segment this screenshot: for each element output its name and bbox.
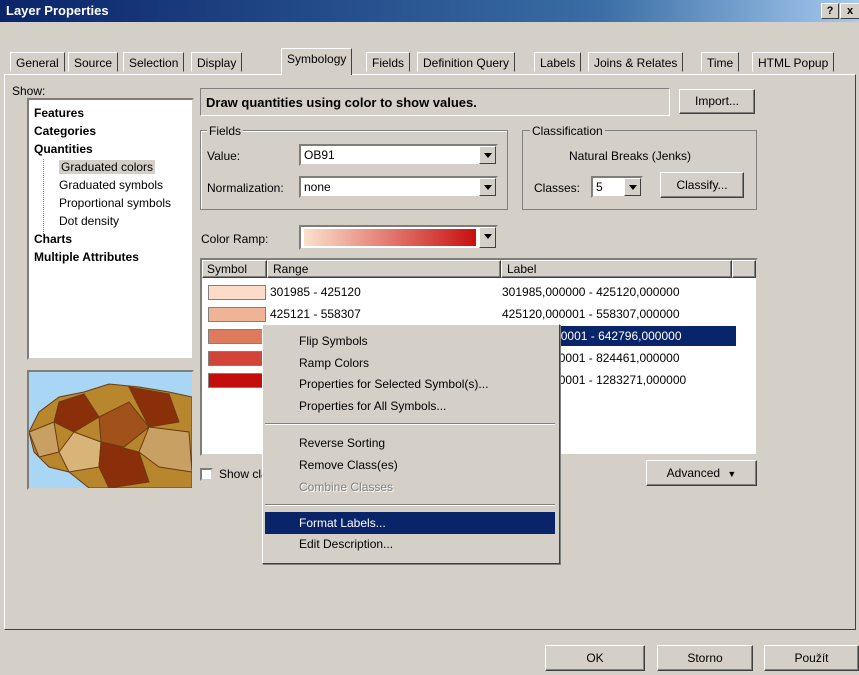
- preview-map: [27, 370, 194, 490]
- advanced-dropdown-icon: ▼: [727, 469, 737, 479]
- value-combo[interactable]: OB91: [299, 144, 498, 166]
- tab-time[interactable]: Time: [701, 52, 740, 72]
- menu-separator: [265, 423, 555, 425]
- symbol-swatch[interactable]: [208, 307, 266, 322]
- column-range[interactable]: Range: [267, 260, 501, 278]
- fields-group-label: Fields: [207, 124, 244, 138]
- show-class-ranges-checkbox[interactable]: [200, 468, 213, 481]
- column-extra: [732, 260, 756, 278]
- apply-button[interactable]: Použít: [764, 645, 859, 671]
- advanced-label: Advanced: [666, 466, 721, 480]
- menu-reverse-sorting[interactable]: Reverse Sorting: [265, 432, 555, 454]
- tree-features[interactable]: Features: [34, 106, 84, 120]
- range-cell[interactable]: 301985 - 425120: [270, 285, 361, 299]
- menu-ramp-colors[interactable]: Ramp Colors: [265, 352, 555, 374]
- tree-charts[interactable]: Charts: [34, 232, 72, 246]
- symbol-swatch[interactable]: [208, 351, 266, 366]
- title-bar: Layer Properties ? x: [0, 0, 859, 22]
- fields-group: [200, 130, 508, 210]
- classify-button[interactable]: Classify...: [660, 172, 744, 198]
- show-tree[interactable]: Features Categories Quantities Graduated…: [27, 98, 194, 360]
- range-cell[interactable]: 425121 - 558307: [270, 307, 361, 321]
- value-selected: OB91: [304, 148, 335, 162]
- classes-dropdown-icon[interactable]: [624, 178, 641, 196]
- advanced-button[interactable]: Advanced ▼: [646, 460, 757, 486]
- tab-fields[interactable]: Fields: [366, 52, 411, 72]
- tree-dot-density[interactable]: Dot density: [59, 214, 119, 228]
- tab-joins-relates[interactable]: Joins & Relates: [588, 52, 684, 72]
- classification-group: [522, 130, 757, 210]
- table-row[interactable]: 301985 - 425120 301985,000000 - 425120,00…: [202, 282, 758, 304]
- tree-categories[interactable]: Categories: [34, 124, 96, 138]
- tab-symbology[interactable]: Symbology: [281, 48, 353, 75]
- menu-properties-selected[interactable]: Properties for Selected Symbol(s)...: [265, 373, 555, 395]
- value-dropdown-icon[interactable]: [479, 146, 496, 164]
- column-label[interactable]: Label: [501, 260, 732, 278]
- tree-multiple-attributes[interactable]: Multiple Attributes: [34, 250, 139, 264]
- classes-label: Classes:: [534, 181, 581, 195]
- color-ramp-combo[interactable]: [299, 225, 498, 250]
- tab-labels[interactable]: Labels: [534, 52, 582, 72]
- menu-properties-all[interactable]: Properties for All Symbols...: [265, 395, 555, 417]
- menu-flip-symbols[interactable]: Flip Symbols: [265, 330, 555, 352]
- show-label: Show:: [12, 84, 46, 98]
- help-button[interactable]: ?: [821, 3, 839, 19]
- tab-definition-query[interactable]: Definition Query: [417, 52, 516, 72]
- context-menu: Flip Symbols Ramp Colors Properties for …: [262, 324, 560, 564]
- tree-proportional-symbols[interactable]: Proportional symbols: [59, 196, 171, 210]
- color-ramp-swatch: [304, 229, 476, 246]
- tree-graduated-colors[interactable]: Graduated colors: [59, 160, 156, 174]
- description-box: Draw quantities using color to show valu…: [200, 88, 670, 116]
- tab-source[interactable]: Source: [68, 52, 119, 72]
- tab-html-popup[interactable]: HTML Popup: [752, 52, 835, 72]
- menu-edit-description[interactable]: Edit Description...: [265, 533, 555, 555]
- symbol-swatch[interactable]: [208, 329, 266, 344]
- tree-quantities[interactable]: Quantities: [34, 142, 93, 156]
- label-cell[interactable]: 425120,000001 - 558307,000000: [502, 307, 680, 321]
- menu-combine-classes: Combine Classes: [299, 480, 394, 494]
- layer-properties-window: Layer Properties ? x General Source Sele…: [0, 0, 859, 675]
- normalization-selected: none: [304, 180, 331, 194]
- value-label: Value:: [207, 149, 241, 163]
- menu-separator: [265, 504, 555, 506]
- symbol-swatch[interactable]: [208, 373, 266, 388]
- menu-remove-classes[interactable]: Remove Class(es): [265, 454, 555, 476]
- table-header: Symbol Range Label: [202, 260, 756, 278]
- classification-group-label: Classification: [530, 124, 605, 138]
- tree-line: [43, 159, 45, 238]
- close-button[interactable]: x: [840, 3, 859, 19]
- classes-combo[interactable]: 5: [591, 176, 643, 198]
- ok-button[interactable]: OK: [545, 645, 645, 671]
- normalization-label: Normalization:: [207, 181, 284, 195]
- cancel-button[interactable]: Storno: [657, 645, 753, 671]
- symbol-swatch[interactable]: [208, 285, 266, 300]
- tree-graduated-symbols[interactable]: Graduated symbols: [59, 178, 163, 192]
- classification-method: Natural Breaks (Jenks): [569, 149, 692, 163]
- africa-map-image: [29, 383, 192, 488]
- table-row[interactable]: 425121 - 558307 425120,000001 - 558307,00…: [202, 304, 758, 326]
- tab-general[interactable]: General: [10, 52, 65, 72]
- window-title: Layer Properties: [6, 3, 109, 18]
- label-cell[interactable]: 301985,000000 - 425120,000000: [502, 285, 680, 299]
- normalization-dropdown-icon[interactable]: [479, 178, 496, 196]
- tab-selection[interactable]: Selection: [123, 52, 185, 72]
- description-text: Draw quantities using color to show valu…: [206, 95, 477, 110]
- normalization-combo[interactable]: none: [299, 176, 498, 198]
- menu-format-labels[interactable]: Format Labels...: [265, 512, 555, 534]
- import-button[interactable]: Import...: [679, 89, 755, 114]
- classes-selected: 5: [596, 180, 603, 194]
- column-symbol[interactable]: Symbol: [202, 260, 267, 278]
- color-ramp-label: Color Ramp:: [201, 232, 269, 246]
- color-ramp-dropdown-icon[interactable]: [479, 227, 496, 248]
- tab-display[interactable]: Display: [191, 52, 243, 72]
